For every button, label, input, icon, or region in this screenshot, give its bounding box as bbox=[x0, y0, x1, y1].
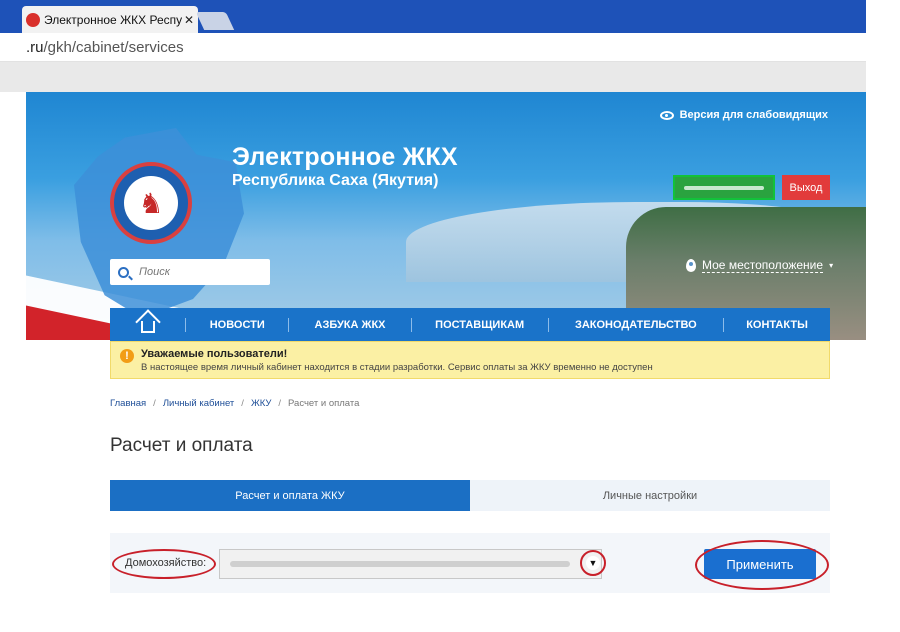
url-text[interactable]: .ru/gkh/cabinet/services bbox=[26, 39, 184, 56]
search-input[interactable] bbox=[137, 265, 257, 279]
notice-text: В настоящее время личный кабинет находит… bbox=[141, 362, 653, 373]
household-value-redacted bbox=[230, 561, 570, 567]
breadcrumb-separator: / bbox=[153, 398, 156, 409]
close-tab-icon[interactable]: ✕ bbox=[184, 13, 194, 27]
nav-item-suppliers[interactable]: ПОСТАВЩИКАМ bbox=[412, 319, 548, 331]
main-navigation: НОВОСТИ АЗБУКА ЖКХ ПОСТАВЩИКАМ ЗАКОНОДАТ… bbox=[110, 308, 830, 341]
nav-item-abc[interactable]: АЗБУКА ЖКХ bbox=[289, 319, 410, 331]
browser-tab-title: Электронное ЖКХ Респуб bbox=[44, 12, 182, 27]
annotation-circle-button bbox=[695, 540, 829, 590]
chevron-down-icon: ▾ bbox=[829, 261, 834, 270]
annotation-circle-arrow bbox=[580, 550, 606, 576]
new-tab-button[interactable] bbox=[195, 12, 235, 30]
site-title[interactable]: Электронное ЖКХ bbox=[232, 143, 458, 172]
logout-button[interactable]: Выход bbox=[782, 175, 830, 200]
breadcrumb-separator: / bbox=[241, 398, 244, 409]
location-selector[interactable]: Мое местоположение ▾ bbox=[686, 258, 833, 273]
breadcrumb-housing[interactable]: ЖКУ bbox=[251, 398, 271, 409]
url-domain: .ru bbox=[26, 39, 44, 56]
coat-of-arms-logo[interactable]: ♞ bbox=[110, 162, 192, 244]
accessibility-link[interactable]: Версия для слабовидящих bbox=[659, 109, 828, 121]
url-path: /gkh/cabinet/services bbox=[43, 39, 184, 56]
address-bar[interactable]: .ru/gkh/cabinet/services bbox=[0, 33, 866, 62]
location-pin-icon bbox=[686, 259, 696, 272]
browser-tab[interactable]: Электронное ЖКХ Респуб ✕ bbox=[22, 6, 198, 33]
notice-banner: ! Уважаемые пользователи! В настоящее вр… bbox=[110, 341, 830, 379]
tab-payment[interactable]: Расчет и оплата ЖКУ bbox=[110, 480, 470, 511]
accessibility-label: Версия для слабовидящих bbox=[679, 109, 828, 121]
location-label: Мое местоположение bbox=[702, 258, 824, 273]
eye-icon bbox=[659, 110, 674, 120]
site-favicon-icon bbox=[26, 12, 40, 27]
nav-home[interactable] bbox=[110, 316, 185, 333]
search-icon bbox=[118, 266, 129, 278]
breadcrumb-home[interactable]: Главная bbox=[110, 398, 146, 409]
bookmarks-bar bbox=[0, 62, 866, 92]
warning-icon: ! bbox=[120, 349, 134, 363]
notice-title: Уважаемые пользователи! bbox=[141, 348, 288, 360]
home-icon bbox=[140, 321, 155, 333]
site-header-banner: ♞ Электронное ЖКХ Республика Саха (Якути… bbox=[26, 92, 866, 340]
breadcrumb-separator: / bbox=[278, 398, 282, 409]
page-title: Расчет и оплата bbox=[110, 435, 253, 456]
user-account-button[interactable] bbox=[673, 175, 775, 200]
annotation-circle-label bbox=[112, 549, 216, 579]
nav-item-legislation[interactable]: ЗАКОНОДАТЕЛЬСТВО bbox=[549, 319, 723, 331]
breadcrumb: Главная / Личный кабинет / ЖКУ / Расчет … bbox=[110, 398, 359, 409]
breadcrumb-cabinet[interactable]: Личный кабинет bbox=[163, 398, 234, 409]
horseman-emblem-icon: ♞ bbox=[124, 176, 178, 230]
tab-strip: Расчет и оплата ЖКУ Личные настройки bbox=[110, 480, 830, 511]
user-name-redacted bbox=[684, 185, 764, 190]
tab-settings[interactable]: Личные настройки bbox=[470, 480, 830, 511]
site-subtitle: Республика Саха (Якутия) bbox=[232, 172, 439, 189]
breadcrumb-current: Расчет и оплата bbox=[288, 398, 360, 409]
nav-item-news[interactable]: НОВОСТИ bbox=[186, 319, 288, 331]
search-box[interactable] bbox=[110, 259, 270, 285]
household-select[interactable] bbox=[219, 549, 602, 579]
nav-item-contacts[interactable]: КОНТАКТЫ bbox=[724, 319, 830, 331]
browser-tab-bar: Электронное ЖКХ Респуб ✕ bbox=[0, 0, 866, 33]
